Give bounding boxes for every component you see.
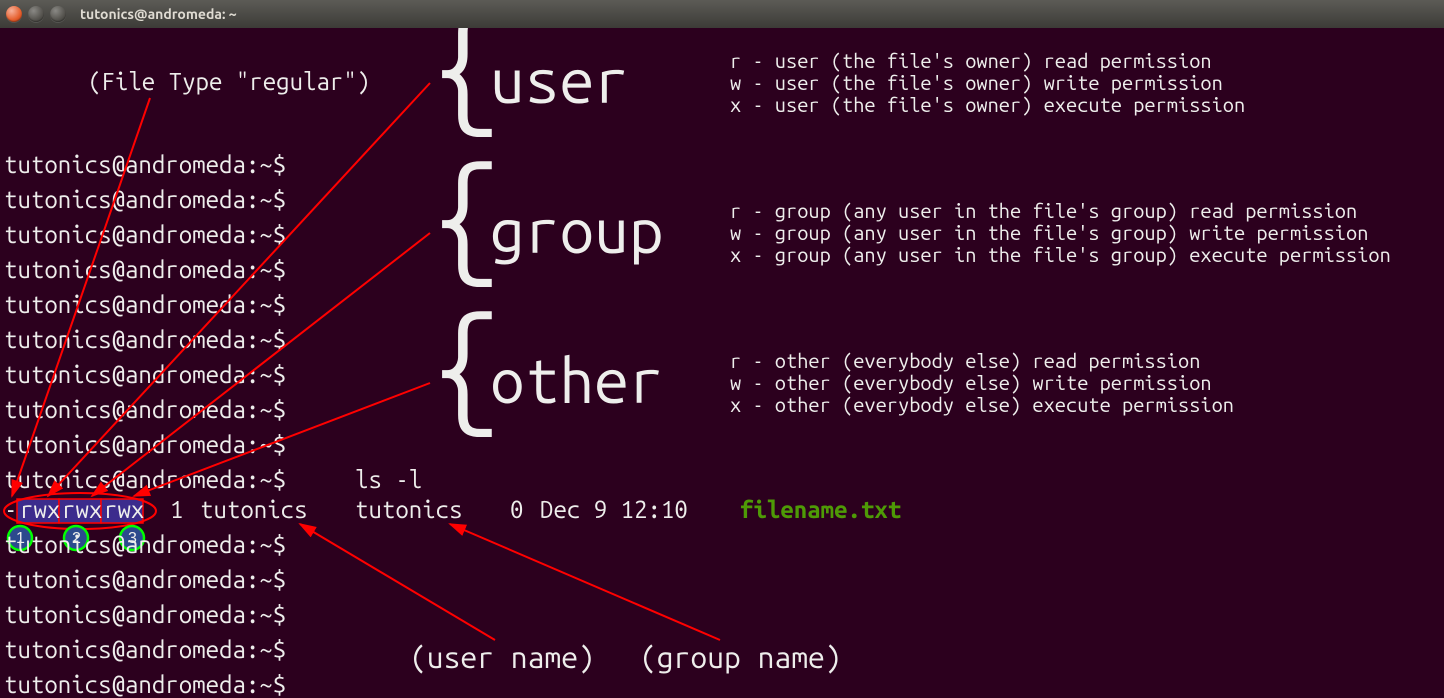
groupname-annotation: (group name) — [640, 640, 842, 674]
terminal[interactable]: (File Type "regular") { user r - user (t… — [0, 28, 1444, 698]
ls-group: tutonics — [355, 496, 463, 523]
ls-command: ls -l — [355, 466, 422, 493]
arrow-group — [92, 233, 430, 496]
ls-filename: filename.txt — [740, 496, 901, 523]
prompt-line: tutonics@andromeda:~$ — [4, 601, 286, 628]
arrow-filetype — [12, 98, 150, 496]
ls-perm-user: rwx — [20, 496, 60, 523]
ls-perm-group: rwx — [62, 496, 102, 523]
group-w-desc: w - group (any user in the file's group)… — [730, 221, 1368, 244]
user-r-desc: r - user (the file's owner) read permiss… — [730, 49, 1212, 72]
arrow-other — [134, 383, 430, 496]
brace-other-icon: { — [430, 292, 503, 438]
other-w-desc: w - other (everybody else) write permiss… — [730, 371, 1212, 394]
prompt-line: tutonics@andromeda:~$ — [4, 256, 286, 283]
username-annotation: (user name) — [410, 640, 595, 674]
prompt-line: tutonics@andromeda:~$ — [4, 326, 286, 353]
section-user-title: user — [490, 45, 629, 115]
prompt-line: tutonics@andromeda:~$ — [4, 186, 286, 213]
prompt-line: tutonics@andromeda:~$ — [4, 291, 286, 318]
circle-3-icon — [120, 526, 144, 550]
group-r-desc: r - group (any user in the file's group)… — [730, 199, 1357, 222]
window-titlebar: tutonics@andromeda: ~ — [0, 0, 1444, 28]
ls-size: 0 — [510, 496, 523, 523]
perm-user-box — [17, 499, 59, 523]
maximize-icon[interactable] — [50, 6, 66, 22]
arrow-username — [300, 524, 495, 640]
prompt-line: tutonics@andromeda:~$ — [4, 566, 286, 593]
minimize-icon[interactable] — [28, 6, 44, 22]
perm-group-box — [59, 499, 101, 523]
circle-3-num: 3 — [128, 530, 137, 547]
prompt-line: tutonics@andromeda:~$ — [4, 396, 286, 423]
ls-links: 1 — [170, 496, 183, 523]
arrow-user — [48, 83, 430, 496]
user-x-desc: x - user (the file's owner) execute perm… — [730, 93, 1245, 116]
circle-2-icon — [64, 526, 88, 550]
prompt-line: tutonics@andromeda:~$ — [4, 431, 286, 458]
ls-user: tutonics — [200, 496, 308, 523]
prompt-line: tutonics@andromeda:~$ — [4, 636, 286, 663]
close-icon[interactable] — [6, 6, 22, 22]
prompt-line: tutonics@andromeda:~$ — [4, 671, 286, 698]
prompt-line: tutonics@andromeda:~$ — [4, 466, 286, 493]
circle-1-icon — [8, 526, 32, 550]
section-other-title: other — [490, 345, 664, 415]
section-group-title: group — [490, 195, 664, 265]
perm-other-box — [101, 499, 143, 523]
prompt-line: tutonics@andromeda:~$ — [4, 531, 286, 558]
other-r-desc: r - other (everybody else) read permissi… — [730, 349, 1200, 372]
group-x-desc: x - group (any user in the file's group)… — [730, 243, 1391, 266]
prompt-line: tutonics@andromeda:~$ — [4, 221, 286, 248]
brace-user-icon: { — [430, 28, 503, 138]
ls-dash: - — [4, 496, 17, 523]
brace-group-icon: { — [430, 142, 503, 288]
circle-2-num: 2 — [72, 530, 81, 547]
other-x-desc: x - other (everybody else) execute permi… — [730, 393, 1234, 416]
ls-date: Dec 9 12:10 — [540, 496, 688, 523]
prompt-line: tutonics@andromeda:~$ — [4, 151, 286, 178]
filetype-label: (File Type "regular") — [88, 68, 370, 95]
circle-1-num: 1 — [16, 530, 25, 547]
window-title: tutonics@andromeda: ~ — [80, 6, 237, 22]
arrow-groupname — [450, 524, 720, 640]
prompt-line: tutonics@andromeda:~$ — [4, 361, 286, 388]
user-w-desc: w - user (the file's owner) write permis… — [730, 71, 1223, 94]
ls-perm-other: rwx — [104, 496, 144, 523]
perm-ellipse — [4, 493, 156, 529]
